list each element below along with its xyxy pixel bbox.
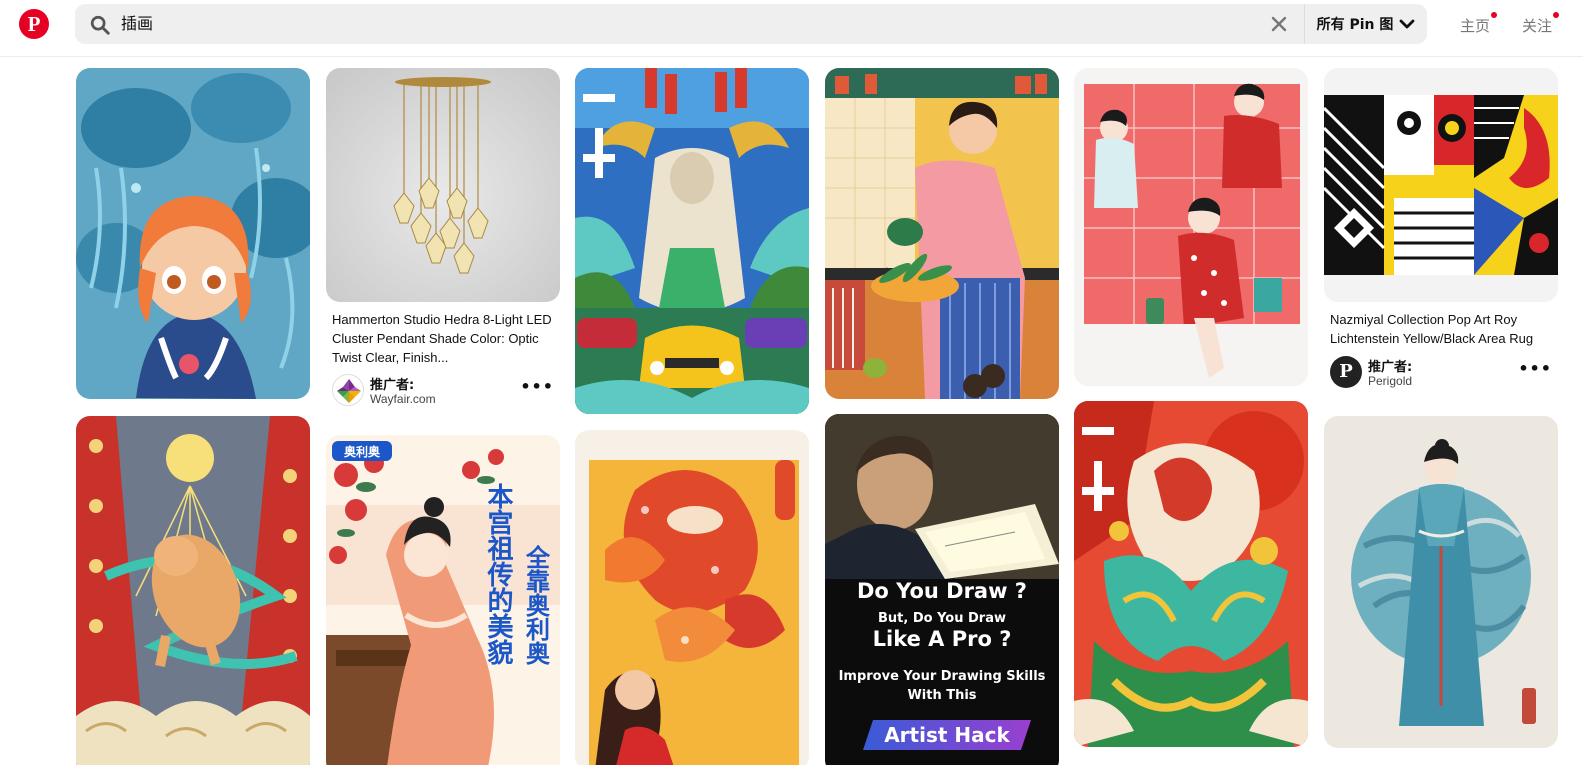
poster-slogan-line-2: 全靠奥利奥: [522, 544, 551, 666]
pin-image[interactable]: [1074, 68, 1308, 386]
advertiser-avatar-letter: P: [1339, 361, 1353, 382]
ad-headline-3: Like A Pro ?: [873, 627, 1012, 651]
notification-dot: [1553, 12, 1560, 18]
pin-card-goat-poster[interactable]: [575, 68, 809, 414]
pin-card-phoenix-poster[interactable]: [1074, 401, 1308, 765]
pin-image[interactable]: [575, 430, 809, 765]
red-women-illustration: [1074, 68, 1308, 386]
nav-home-link[interactable]: 主页: [1460, 12, 1498, 36]
pin-image[interactable]: [76, 68, 310, 399]
oreo-badge: 奥利奥: [344, 444, 381, 459]
ad-body-1: Improve Your Drawing Skills: [839, 669, 1046, 684]
advertiser-avatar[interactable]: P: [1330, 356, 1362, 388]
pin-card-pendant-light[interactable]: Hammerton Studio Hedra 8-Light LED Clust…: [326, 68, 560, 413]
top-bar: P 所有 Pin 图 主页 关注: [0, 0, 1583, 57]
more-options-icon[interactable]: •••: [520, 379, 554, 395]
pin-card-artist-hack[interactable]: Do You Draw ? But, Do You Draw Like A Pr…: [825, 414, 1059, 765]
hanfu-lady-illustration: [1324, 416, 1558, 748]
promoted-by-row: 推广者: Wayfair.com •••: [332, 374, 554, 408]
pin-image[interactable]: [575, 68, 809, 414]
ad-headline-1: Do You Draw ?: [857, 579, 1027, 603]
pin-card-tang-lady-poster[interactable]: 奥利奥 本宫祖传的美貌 全靠奥利奥: [326, 435, 560, 765]
poster-slogan-line-1: 本宫祖传的美貌: [483, 483, 514, 666]
pin-image[interactable]: [825, 68, 1059, 399]
search-icon: [90, 15, 110, 35]
ad-headline-2: But, Do You Draw: [878, 611, 1006, 626]
koi-girl-illustration: [575, 430, 809, 765]
promoted-by-label: 推广者:: [370, 378, 415, 393]
chevron-down-icon: [1399, 19, 1415, 29]
advertiser-avatar[interactable]: [332, 374, 364, 406]
more-options-icon[interactable]: •••: [1518, 361, 1552, 377]
pin-filter-dropdown[interactable]: 所有 Pin 图: [1305, 4, 1427, 44]
ad-banner: Artist Hack: [884, 723, 1010, 747]
kitchen-man-illustration: [825, 68, 1059, 399]
tang-lady-poster-illustration: 奥利奥 本宫祖传的美貌 全靠奥利奥: [326, 435, 560, 765]
promoted-by-label: 推广者:: [1368, 360, 1413, 375]
pin-image[interactable]: 奥利奥 本宫祖传的美貌 全靠奥利奥: [326, 435, 560, 765]
advertiser-name[interactable]: Wayfair.com: [370, 392, 436, 406]
artist-hack-ad: Do You Draw ? But, Do You Draw Like A Pr…: [825, 414, 1059, 765]
advertiser-name[interactable]: Perigold: [1368, 374, 1412, 388]
pinterest-logo[interactable]: P: [19, 9, 49, 39]
search-bar: 所有 Pin 图: [75, 4, 1427, 44]
pin-card-red-women[interactable]: [1074, 68, 1308, 386]
golden-pig-illustration: [76, 416, 310, 765]
pin-image[interactable]: [76, 416, 310, 765]
pin-title[interactable]: Hammerton Studio Hedra 8-Light LED Clust…: [332, 310, 554, 367]
pop-art-rug-photo: [1324, 68, 1558, 302]
pin-card-golden-pig[interactable]: [76, 416, 310, 765]
pin-title[interactable]: Nazmiyal Collection Pop Art Roy Lichtens…: [1330, 310, 1552, 348]
promoted-by-row: P 推广者: Perigold •••: [1330, 356, 1552, 390]
pin-image[interactable]: Do You Draw ? But, Do You Draw Like A Pr…: [825, 414, 1059, 765]
goat-poster-illustration: [575, 68, 809, 414]
pin-card-pop-art-rug[interactable]: Nazmiyal Collection Pop Art Roy Lichtens…: [1324, 68, 1558, 394]
pin-image[interactable]: [1324, 68, 1558, 302]
pin-filter-label: 所有 Pin 图: [1316, 17, 1394, 33]
pin-card-jellyfish-girl[interactable]: [76, 68, 310, 400]
pin-image[interactable]: [1074, 401, 1308, 747]
pin-card-hanfu-lady[interactable]: [1324, 416, 1558, 765]
clear-search-icon[interactable]: [1270, 15, 1288, 33]
pendant-light-photo: [326, 68, 560, 302]
nav-following-link[interactable]: 关注: [1522, 12, 1560, 36]
ad-body-2: With This: [907, 688, 976, 703]
search-input[interactable]: [121, 4, 1251, 44]
nav-following-label: 关注: [1522, 17, 1553, 35]
pin-image[interactable]: [326, 68, 560, 302]
notification-dot: [1491, 12, 1498, 18]
wayfair-logo: [337, 379, 361, 403]
pin-card-koi-girl[interactable]: [575, 430, 809, 765]
pin-image[interactable]: [1324, 416, 1558, 748]
phoenix-poster-illustration: [1074, 401, 1308, 747]
nav-home-label: 主页: [1460, 17, 1491, 35]
pin-card-kitchen-man[interactable]: [825, 68, 1059, 399]
jellyfish-girl-illustration: [76, 68, 310, 399]
